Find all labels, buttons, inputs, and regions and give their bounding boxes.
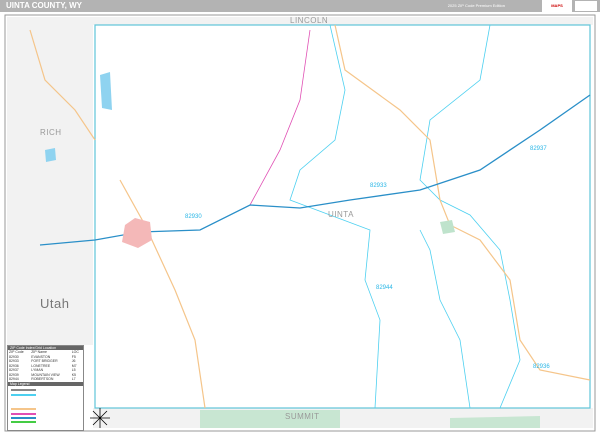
zip-index-table: ZIP Code ZIP Name LOC 82930 EVANSTON F5 8293… xyxy=(8,350,83,382)
legend: ZIP Code Index/Grid Location ZIP Code ZIP… xyxy=(7,345,84,431)
lincoln-area xyxy=(93,17,593,25)
label-lincoln: LINCOLN xyxy=(290,16,329,25)
label-county: UINTA xyxy=(328,210,354,219)
label-rich: RICH xyxy=(40,128,62,137)
zip-label: 82930 xyxy=(185,214,202,220)
label-summit: SUMMIT xyxy=(285,412,320,421)
zip-label: 82933 xyxy=(370,183,387,189)
label-utah: Utah xyxy=(40,296,70,311)
zip-label: 82936 xyxy=(533,364,550,370)
legend-swatches xyxy=(11,388,36,423)
map-canvas[interactable] xyxy=(0,0,600,436)
compass-rose-icon xyxy=(90,408,110,428)
zip-label: 82937 xyxy=(530,146,547,152)
zip-label: 82944 xyxy=(376,285,393,291)
